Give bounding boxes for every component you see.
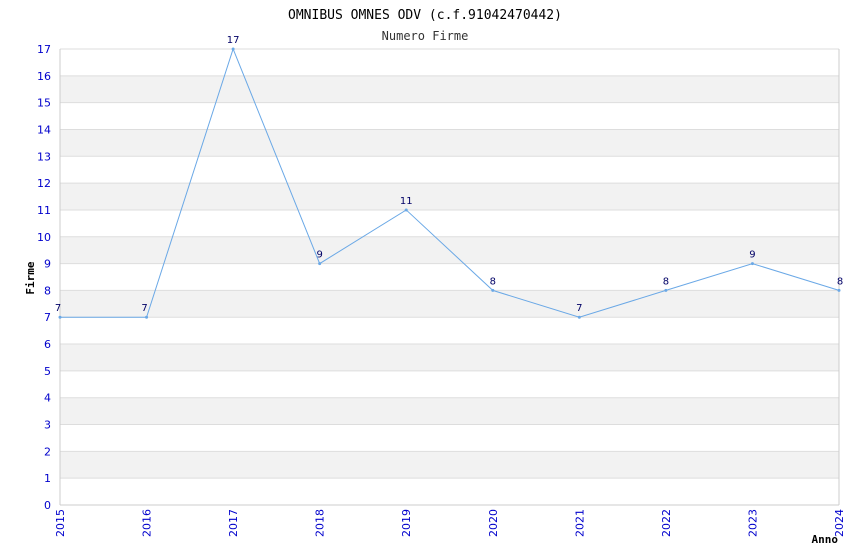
grid-band-3 <box>60 397 839 425</box>
y-axis-label: Firme <box>24 261 37 294</box>
x-axis-label: Anno <box>812 533 839 546</box>
grid-band-4 <box>60 370 839 398</box>
y-tick-label: 6 <box>44 338 51 351</box>
grid-band-0 <box>60 478 839 505</box>
x-tick-labels: 2015 2016 2017 2018 2019 2020 2021 2022 2023 2024 <box>54 509 846 537</box>
x-tick-label: 2021 <box>573 509 586 537</box>
grid-band-7 <box>60 290 839 318</box>
grid-band-15 <box>60 75 839 103</box>
y-tick-label: 16 <box>37 70 51 83</box>
y-tick-label: 7 <box>44 311 51 324</box>
data-label: 7 <box>55 303 61 314</box>
grid-band-11 <box>60 183 839 210</box>
y-tick-label: 13 <box>37 150 51 163</box>
y-tick-label: 11 <box>37 204 51 217</box>
y-tick-label: 0 <box>44 499 51 512</box>
x-tick-label: 2018 <box>314 509 327 537</box>
grid-band-14 <box>60 102 839 130</box>
y-tick-labels: 01234567891011121314151617 <box>37 43 51 512</box>
data-label: 9 <box>749 250 755 261</box>
y-tick-label: 1 <box>44 472 51 485</box>
y-tick-label: 4 <box>44 392 51 405</box>
data-point <box>837 288 841 292</box>
y-tick-label: 3 <box>44 419 51 432</box>
chart-subtitle: Numero Firme <box>382 29 469 43</box>
data-label: 8 <box>837 276 843 287</box>
grid-band-12 <box>60 156 839 184</box>
data-point <box>577 315 581 319</box>
x-tick-label: 2019 <box>400 509 413 537</box>
x-tick-label: 2016 <box>141 509 154 537</box>
grid-band-13 <box>60 129 839 157</box>
x-tick-label: 2022 <box>660 509 673 537</box>
data-point <box>318 262 322 266</box>
grid-band-6 <box>60 317 839 345</box>
x-tick-label: 2015 <box>54 509 67 537</box>
data-label: 7 <box>576 303 582 314</box>
grid-band-16 <box>60 49 839 76</box>
y-tick-label: 17 <box>37 43 51 56</box>
grid-band-1 <box>60 451 839 479</box>
y-tick-label: 15 <box>37 97 51 110</box>
data-label: 8 <box>490 276 496 287</box>
y-tick-label: 8 <box>44 284 51 297</box>
data-label: 17 <box>227 35 240 46</box>
data-point <box>664 288 668 292</box>
data-label: 11 <box>400 196 413 207</box>
data-point <box>58 315 62 319</box>
data-label: 7 <box>141 303 147 314</box>
grid-band-5 <box>60 344 839 371</box>
x-tick-label: 2017 <box>227 509 240 537</box>
x-tick-label: 2020 <box>487 509 500 537</box>
data-point <box>750 262 754 266</box>
line-chart: 01234567891011121314151617 2015 2016 2017 2… <box>24 8 846 546</box>
data-point <box>491 288 495 292</box>
y-tick-label: 5 <box>44 365 51 378</box>
plot-background <box>60 49 839 505</box>
data-label: 9 <box>316 250 322 261</box>
y-tick-label: 2 <box>44 445 51 458</box>
data-point <box>231 47 235 51</box>
data-point <box>404 208 408 212</box>
y-tick-label: 14 <box>37 123 51 136</box>
y-tick-label: 10 <box>37 231 51 244</box>
y-tick-label: 12 <box>37 177 51 190</box>
grid-band-8 <box>60 263 839 291</box>
data-label: 8 <box>663 276 669 287</box>
data-point <box>145 315 149 319</box>
grid-band-2 <box>60 424 839 452</box>
x-tick-label: 2023 <box>746 509 759 537</box>
chart-title: OMNIBUS OMNES ODV (c.f.91042470442) <box>288 8 562 23</box>
y-tick-label: 9 <box>44 258 51 271</box>
